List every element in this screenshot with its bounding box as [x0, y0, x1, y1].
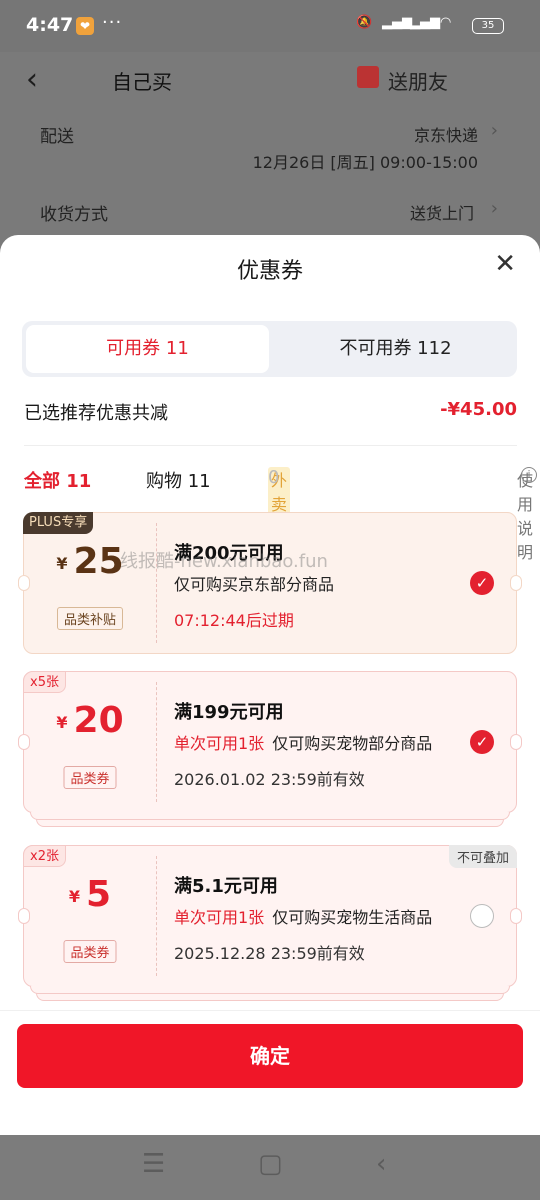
- coupon-stack-edge: [36, 819, 504, 827]
- filter-bar: 全部 11 购物 11 秒送 外卖 0 使用说明i: [24, 467, 537, 562]
- coupon-expiry: 07:12:44后过期: [174, 611, 294, 630]
- filter-all[interactable]: 全部 11: [24, 467, 91, 493]
- coupon-limit: 单次可用1张: [174, 734, 265, 753]
- delivery-time: 12月26日 [周五] 09:00-15:00: [252, 153, 478, 172]
- delivery-value[interactable]: 京东快递: [414, 122, 478, 146]
- coupon-limit: 单次可用1张: [174, 908, 265, 927]
- back-icon[interactable]: ‹: [376, 1149, 386, 1179]
- coupon-desc: 仅可购买京东部分商品: [174, 575, 335, 594]
- coupon-type-label: 品类券: [63, 940, 117, 963]
- coupon-left: 品类券: [24, 672, 156, 812]
- checkmark-icon[interactable]: ✓: [470, 730, 494, 754]
- summary-amount: -¥45.00: [440, 399, 517, 420]
- coupon-expiry: 2026.01.02 23:59前有效: [174, 770, 365, 789]
- coupon-stack-edge: [30, 812, 510, 820]
- coupon-card[interactable]: PLUS专享 ¥25 品类补贴 满200元可用 仅可购买京东部分商品 07:12…: [18, 512, 522, 654]
- coupon-title: 满199元可用: [174, 702, 284, 723]
- coupon-stack-edge: [30, 986, 510, 994]
- coupon-desc: 仅可购买宠物部分商品: [272, 734, 433, 753]
- signal-hd-icon: ▂▄▆: [410, 15, 440, 30]
- coupon-desc-row: 单次可用1张 仅可购买宠物部分商品: [174, 730, 432, 754]
- coupon-notch: [510, 734, 522, 750]
- coupon-divider: [156, 682, 157, 802]
- coupon-card[interactable]: x5张 ¥20 品类券 满199元可用 单次可用1张 仅可购买宠物部分商品 202…: [18, 671, 522, 827]
- sheet-footer: 确定: [0, 1010, 540, 1135]
- battery-icon: 35: [472, 18, 504, 34]
- confirm-button[interactable]: 确定: [17, 1024, 523, 1088]
- status-time: 4:47: [26, 14, 74, 36]
- info-icon: i: [521, 467, 537, 483]
- coupon-expiry: 2025.12.28 23:59前有效: [174, 944, 365, 963]
- divider: [24, 445, 517, 446]
- filter-shopping[interactable]: 购物 11: [146, 467, 211, 493]
- coupon-notch: [510, 908, 522, 924]
- mute-icon: 🔕: [356, 15, 373, 30]
- menu-icon[interactable]: ☰: [142, 1149, 165, 1179]
- tab-gift-friend[interactable]: 送朋友: [360, 66, 448, 95]
- receive-value[interactable]: 送货上门: [410, 200, 474, 224]
- status-bar: 4:47 ❤ ··· 🔕 ▂▄▆ ▂▄▆ ◠ 35: [0, 0, 540, 52]
- watermark: 线报酷-new.xianbao.fun: [120, 551, 328, 572]
- checkmark-icon[interactable]: ✓: [470, 571, 494, 595]
- coupon-stack-edge: [36, 993, 504, 1001]
- system-nav-bar: ☰ ▢ ‹: [0, 1135, 540, 1200]
- coupon-tabs: 可用券 11 不可用券 112: [22, 321, 517, 377]
- tab-unavailable[interactable]: 不可用券 112: [274, 325, 517, 373]
- tab-gift-label: 送朋友: [388, 70, 448, 94]
- app-badge-icon: ❤: [76, 17, 94, 35]
- delivery-label: 配送: [40, 127, 74, 147]
- coupon-left: 品类券: [24, 846, 156, 986]
- home-icon[interactable]: ▢: [258, 1149, 283, 1179]
- coupon-left: 品类补贴: [24, 513, 156, 653]
- chevron-right-icon: ›: [490, 120, 498, 141]
- coupon-type-label: 品类券: [63, 766, 117, 789]
- summary-label: 已选推荐优惠共减: [24, 403, 168, 424]
- order-page-background: ‹ 自己买 送朋友 配送 京东快递 › 12月26日 [周五] 09:00-15…: [0, 52, 540, 252]
- sheet-title: 优惠券: [236, 259, 303, 284]
- coupon-desc: 仅可购买宠物生活商品: [272, 908, 433, 927]
- close-icon[interactable]: ✕: [494, 251, 516, 277]
- coupon-type-label: 品类补贴: [56, 607, 124, 630]
- filter-flash-count: 0: [268, 467, 280, 488]
- discount-summary: 已选推荐优惠共减 -¥45.00: [24, 399, 517, 425]
- tab-self-buy[interactable]: 自己买: [112, 66, 172, 95]
- coupon-divider: [156, 523, 157, 643]
- coupon-desc-row: 单次可用1张 仅可购买宠物生活商品: [174, 904, 432, 928]
- signal-hd-icon: ▂▄▆: [382, 15, 412, 30]
- receive-label: 收货方式: [40, 205, 108, 225]
- coupon-card[interactable]: x2张 不可叠加 ¥5 品类券 满5.1元可用 单次可用1张 仅可购买宠物生活商品…: [18, 845, 522, 1001]
- chevron-left-icon[interactable]: ‹: [26, 62, 38, 97]
- coupon-notch: [510, 575, 522, 591]
- coupon-sheet: 优惠券 ✕ 可用券 11 不可用券 112 已选推荐优惠共减 -¥45.00 全…: [0, 235, 540, 1135]
- unchecked-radio-icon[interactable]: [470, 904, 494, 928]
- tab-available[interactable]: 可用券 11: [26, 325, 269, 373]
- not-stackable-badge: 不可叠加: [448, 845, 517, 868]
- status-dots: ···: [102, 12, 123, 33]
- coupon-title: 满5.1元可用: [174, 876, 278, 897]
- wifi-icon: ◠: [440, 15, 452, 30]
- chevron-right-icon: ›: [490, 198, 498, 219]
- coupon-divider: [156, 856, 157, 976]
